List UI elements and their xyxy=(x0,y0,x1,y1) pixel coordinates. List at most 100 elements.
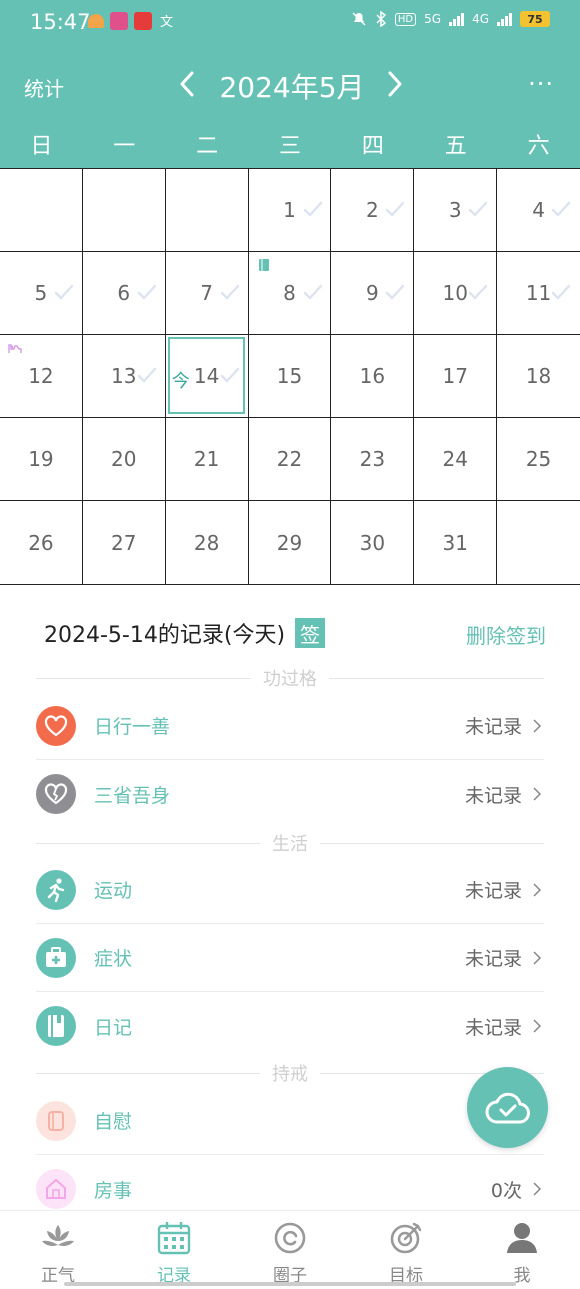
broken-heart-icon xyxy=(36,774,76,814)
record-row-symptom[interactable]: 症状 未记录 xyxy=(36,924,544,992)
section-label: 功过格 xyxy=(263,669,317,690)
section-label: 生活 xyxy=(272,834,308,855)
calendar-day-cell[interactable]: 5 xyxy=(0,252,83,335)
chevron-right-icon xyxy=(533,718,542,733)
calendar-day-cell[interactable]: 24 xyxy=(414,418,498,501)
chevron-right-icon xyxy=(533,787,542,801)
check-icon xyxy=(551,201,571,217)
calendar-day-cell[interactable]: 7 xyxy=(165,252,249,335)
calendar-day-cell[interactable]: 21 xyxy=(165,418,249,501)
prev-month-button[interactable] xyxy=(172,64,202,104)
record-row-reflect[interactable]: 三省吾身 未记录 xyxy=(36,760,544,828)
hd-badge: HD xyxy=(394,12,417,26)
calendar-day-cell[interactable]: 18 xyxy=(497,335,580,418)
heart-icon xyxy=(36,705,76,746)
month-title: 2024年5月 xyxy=(219,71,365,104)
calendar-day-cell[interactable]: 13 xyxy=(82,335,166,418)
calendar-day-number: 21 xyxy=(193,447,220,471)
calendar-day-number: 6 xyxy=(117,281,131,305)
medical-kit-icon xyxy=(36,937,76,978)
calendar-day-number: 28 xyxy=(193,530,220,555)
tab-label: 我 xyxy=(513,1266,531,1286)
calendar-day-cell[interactable]: 8 xyxy=(248,252,332,335)
record-row-good-deed[interactable]: 日行一善 未记录 xyxy=(36,692,544,760)
calendar-day-cell[interactable]: 23 xyxy=(331,418,415,501)
record-label: 房事 xyxy=(94,1179,133,1202)
record-row-exercise[interactable]: 运动 未记录 xyxy=(36,856,544,924)
tab-records[interactable]: 记录 xyxy=(116,1211,232,1289)
calendar-empty-cell xyxy=(497,501,580,584)
calendar-day-cell[interactable]: 20 xyxy=(82,418,166,501)
calendar-day-cell[interactable]: 3 xyxy=(414,169,498,252)
target-icon xyxy=(390,1222,422,1254)
check-icon xyxy=(54,284,74,300)
bluetooth-icon xyxy=(376,11,387,27)
record-label: 症状 xyxy=(94,948,133,970)
calendar-day-cell[interactable]: 25 xyxy=(497,418,580,501)
calendar-day-cell[interactable]: 今 14 xyxy=(165,335,249,418)
calendar-day-cell[interactable]: 26 xyxy=(0,501,83,584)
calendar-day-cell[interactable]: 22 xyxy=(248,418,332,501)
calendar-day-cell[interactable]: 27 xyxy=(83,501,166,584)
red-app-icon xyxy=(134,12,152,30)
calendar-icon xyxy=(157,1222,191,1255)
bottom-tab-bar: 正气 记录 圈子 目标 我 xyxy=(0,1210,580,1289)
calendar-day-number: 19 xyxy=(28,447,54,471)
calendar-day-cell[interactable]: 30 xyxy=(331,501,415,584)
check-icon xyxy=(551,284,571,300)
calendar-day-cell[interactable]: 12 xyxy=(0,335,83,418)
tab-goals[interactable]: 目标 xyxy=(348,1211,464,1289)
calendar-day-cell[interactable]: 1 xyxy=(248,169,332,252)
delete-sign-button[interactable]: 删除签到 xyxy=(466,620,546,649)
next-month-button[interactable] xyxy=(380,64,410,104)
record-value: 未记录 xyxy=(464,1016,522,1039)
tab-circle[interactable]: 圈子 xyxy=(232,1211,348,1289)
signal-5g-icon xyxy=(449,12,465,26)
sign-badge: 签 xyxy=(295,618,326,648)
calendar-grid: 1 2 3 4 5 6 7 8 9 10 11 12 13 今 14 15 16 17 18 19 20 21 22 23 24… xyxy=(0,168,580,585)
calendar-day-cell[interactable]: 9 xyxy=(331,252,415,335)
month-nav: 统计 2024年5月 ··· xyxy=(0,56,580,116)
calendar-day-cell[interactable]: 4 xyxy=(497,169,580,252)
stats-button[interactable]: 统计 xyxy=(24,73,64,102)
calendar-day-cell[interactable]: 29 xyxy=(249,501,332,584)
calendar-day-number: 26 xyxy=(28,530,54,555)
record-row-diary[interactable]: 日记 未记录 xyxy=(36,992,544,1060)
calendar-day-cell[interactable]: 15 xyxy=(248,335,332,418)
calendar-day-cell[interactable]: 2 xyxy=(331,169,415,252)
calendar-day-cell[interactable]: 11 xyxy=(497,252,580,335)
calendar-day-cell[interactable]: 16 xyxy=(331,335,415,418)
cloud-sync-button[interactable] xyxy=(467,1067,548,1148)
calendar-day-cell[interactable]: 10 xyxy=(414,252,498,335)
weekday-label: 四 xyxy=(361,134,384,159)
diary-mark-icon xyxy=(258,259,269,271)
calendar-day-number: 27 xyxy=(111,530,137,555)
calendar-day-number: 9 xyxy=(365,281,379,305)
translate-icon: 文 xyxy=(158,12,176,30)
check-icon xyxy=(386,284,405,300)
chevron-right-icon xyxy=(388,71,402,97)
tab-me[interactable]: 我 xyxy=(464,1211,580,1289)
calendar-day-number: 13 xyxy=(111,364,137,388)
chevron-left-icon xyxy=(180,71,194,97)
calendar-empty-cell xyxy=(82,169,166,252)
calendar-day-cell[interactable]: 17 xyxy=(414,335,498,418)
calendar-day-number: 22 xyxy=(276,447,303,471)
calendar-day-number: 4 xyxy=(532,198,545,222)
check-icon xyxy=(137,367,157,383)
weekday-label: 六 xyxy=(527,134,550,159)
check-icon xyxy=(386,201,405,217)
calendar-day-cell[interactable]: 31 xyxy=(414,501,498,584)
home-indicator xyxy=(64,1282,516,1286)
weekday-label: 二 xyxy=(196,134,219,159)
calendar-day-cell[interactable]: 28 xyxy=(166,501,249,584)
calendar-day-cell[interactable]: 6 xyxy=(82,252,166,335)
calendar-day-cell[interactable]: 19 xyxy=(0,418,83,501)
calendar-day-number: 2 xyxy=(365,198,379,222)
calendar-day-number: 11 xyxy=(525,281,552,305)
lotus-icon xyxy=(42,1225,74,1246)
battery-indicator: 75 xyxy=(520,11,550,27)
more-button[interactable]: ··· xyxy=(528,70,554,98)
tab-zhengqi[interactable]: 正气 xyxy=(0,1211,116,1289)
records-heading: 2024-5-14的记录(今天) 签 xyxy=(44,617,326,649)
